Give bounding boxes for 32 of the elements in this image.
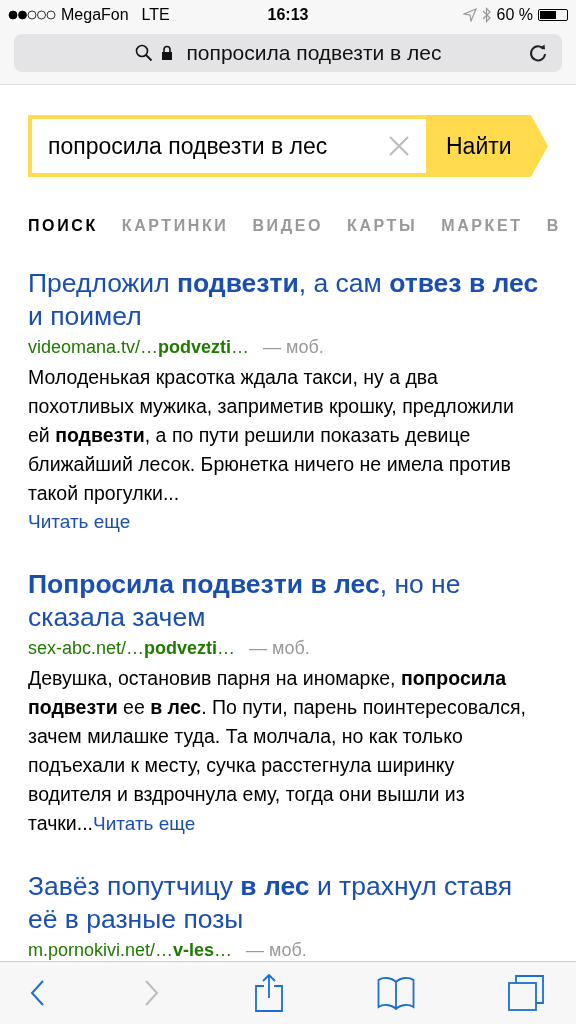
- reload-icon[interactable]: [528, 43, 548, 63]
- search-icon: [134, 44, 153, 62]
- search-field[interactable]: попросила подвезти в лес: [28, 115, 426, 177]
- carrier-name: MegaFon: [61, 6, 129, 24]
- search-button[interactable]: Найти: [426, 115, 548, 177]
- result-url[interactable]: sex-abc.net/…podvezti…: [28, 636, 236, 660]
- result-url[interactable]: videomana.tv/…podvezti…: [28, 335, 250, 359]
- bookmarks-icon[interactable]: [377, 976, 415, 1010]
- result-title[interactable]: Предложил подвезти, а сам отвез в лес и поимел: [28, 267, 540, 333]
- read-more-link[interactable]: Читать еще: [92, 813, 196, 834]
- result-snippet: Девушка, остановив парня на иномарке, попросила подвезти ее в лес. По пути, парень поинтересовался, зачем милашке туда. Та молчала, но как только подъехали к месту, сучка расстегнула ширинку водителя и вздрочнула ему, тогда они вышли из тачки...Читать еще: [28, 666, 527, 836]
- address-bar[interactable]: попросила подвезти в лес: [14, 34, 562, 72]
- address-text: попросила подвезти в лес: [186, 41, 442, 65]
- tabs-icon[interactable]: [508, 975, 544, 1011]
- mobile-tag: — моб.: [246, 938, 307, 961]
- result-title[interactable]: Завёз попутчицу в лес и трахнул ставя её в разные позы: [28, 870, 540, 936]
- lock-icon: [160, 45, 173, 61]
- mobile-tag: — моб.: [249, 636, 310, 660]
- result-url[interactable]: m.pornokivi.net/…v-les…: [28, 938, 233, 961]
- battery-percent: 60 %: [496, 6, 533, 24]
- clock-time: 16:13: [267, 6, 309, 24]
- signal-icon: [8, 10, 56, 20]
- location-arrow-icon: [462, 8, 477, 22]
- network-type: LTE: [141, 6, 170, 24]
- share-icon[interactable]: [254, 974, 284, 1012]
- mobile-tag: — моб.: [263, 335, 324, 359]
- search-tab[interactable]: ПОИСК: [28, 217, 98, 235]
- bluetooth-icon: [481, 7, 492, 23]
- read-more-link[interactable]: Читать еще: [28, 508, 540, 536]
- result-title[interactable]: Попросила подвезти в лес, но не сказала зачем: [28, 568, 540, 634]
- battery-icon: [538, 9, 568, 21]
- result-snippet: Молоденькая красотка ждала такси, ну а два похотливых мужика, заприметив крошку, предложили ей подвезти, а по пути решили показать девице ближайший лесок. Брюнетка ничего не имела против такой прогулки...: [28, 365, 515, 506]
